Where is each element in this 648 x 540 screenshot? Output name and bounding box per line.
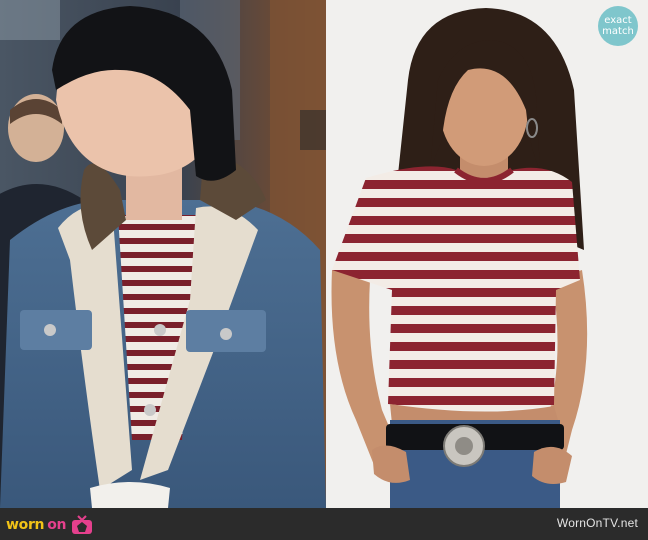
scene-photo	[0, 0, 326, 508]
site-url[interactable]: WornOnTV.net	[557, 516, 638, 530]
scene-photo-art	[0, 0, 326, 508]
exact-match-badge: exact match	[598, 6, 638, 46]
brand-word-on: on	[47, 517, 67, 533]
brand-logo[interactable]: worn on	[6, 513, 93, 537]
product-photo-art	[326, 0, 648, 508]
tv-icon	[71, 515, 93, 535]
brand-word-worn: worn	[6, 517, 45, 533]
badge-line2: match	[602, 26, 634, 37]
footer-bar: worn on WornOnTV.net	[0, 508, 648, 540]
product-photo: exact match	[326, 0, 648, 508]
badge-line1: exact	[604, 15, 632, 26]
